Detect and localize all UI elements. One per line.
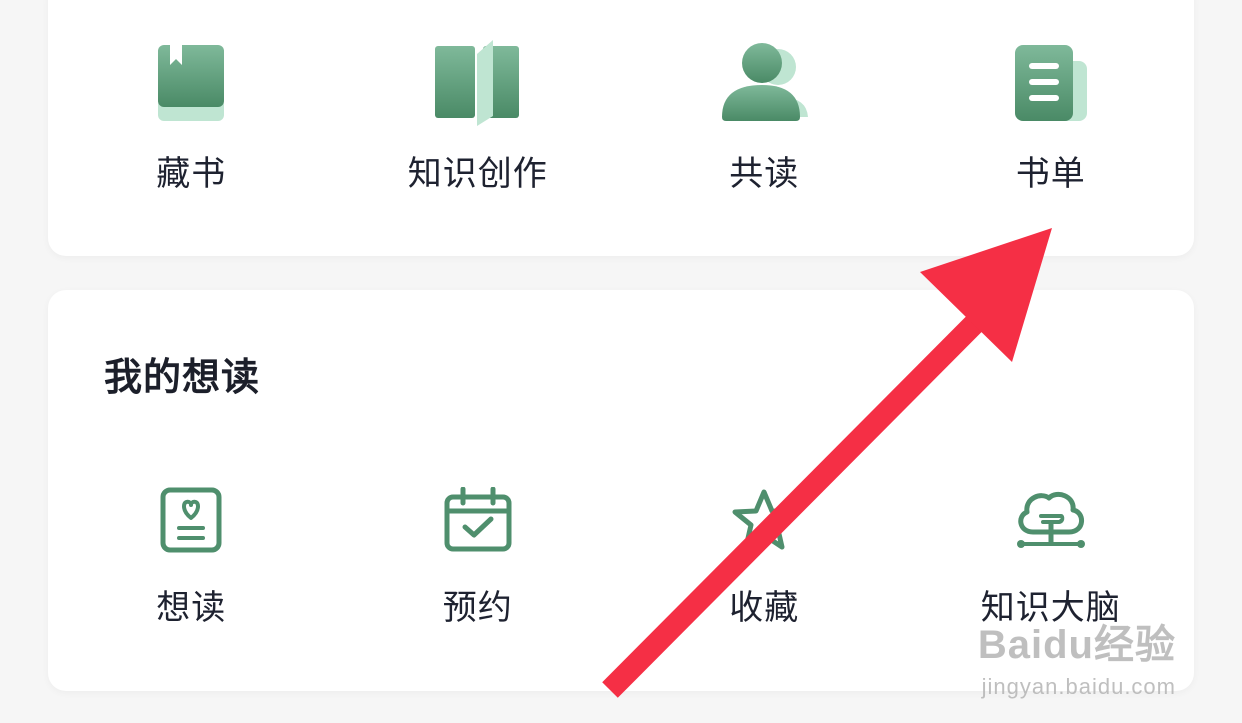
brain-tree-icon bbox=[1001, 480, 1101, 560]
wishlist-grid: 想读 预约 收藏 知识大脑 bbox=[48, 480, 1194, 629]
wishlist-card: 我的想读 想读 预约 收藏 知识大脑 bbox=[48, 290, 1194, 691]
wishlist-label: 收藏 bbox=[729, 588, 800, 628]
book-icon bbox=[141, 38, 241, 128]
calendar-check-icon bbox=[428, 480, 528, 560]
booklist-icon bbox=[1001, 38, 1101, 128]
app-screen: 藏书 知识创作 共读 书单 我的想读 想读 预约 收藏 知识大脑 Baidu经验… bbox=[0, 0, 1242, 723]
feature-label: 藏书 bbox=[156, 154, 227, 194]
wishlist-want-to-read[interactable]: 想读 bbox=[48, 480, 335, 629]
wishlist-label: 预约 bbox=[442, 588, 513, 628]
wishlist-favorites[interactable]: 收藏 bbox=[621, 480, 908, 629]
wishlist-label: 知识大脑 bbox=[980, 588, 1121, 628]
feature-label: 共读 bbox=[729, 154, 800, 194]
section-title: 我的想读 bbox=[104, 355, 261, 399]
people-icon bbox=[714, 38, 814, 128]
feature-co-reading[interactable]: 共读 bbox=[621, 38, 908, 195]
heart-card-icon bbox=[141, 480, 241, 560]
open-book-icon bbox=[428, 38, 528, 128]
feature-label: 书单 bbox=[1015, 154, 1086, 194]
wishlist-label: 想读 bbox=[156, 588, 227, 628]
feature-label: 知识创作 bbox=[407, 154, 548, 194]
feature-booklist[interactable]: 书单 bbox=[908, 38, 1195, 195]
feature-knowledge-creation[interactable]: 知识创作 bbox=[335, 38, 622, 195]
star-icon bbox=[714, 480, 814, 560]
wishlist-knowledge-brain[interactable]: 知识大脑 bbox=[908, 480, 1195, 629]
wishlist-reservation[interactable]: 预约 bbox=[335, 480, 622, 629]
top-features-card: 藏书 知识创作 共读 书单 bbox=[48, 0, 1194, 256]
feature-collection[interactable]: 藏书 bbox=[48, 38, 335, 195]
top-features-grid: 藏书 知识创作 共读 书单 bbox=[48, 38, 1194, 195]
